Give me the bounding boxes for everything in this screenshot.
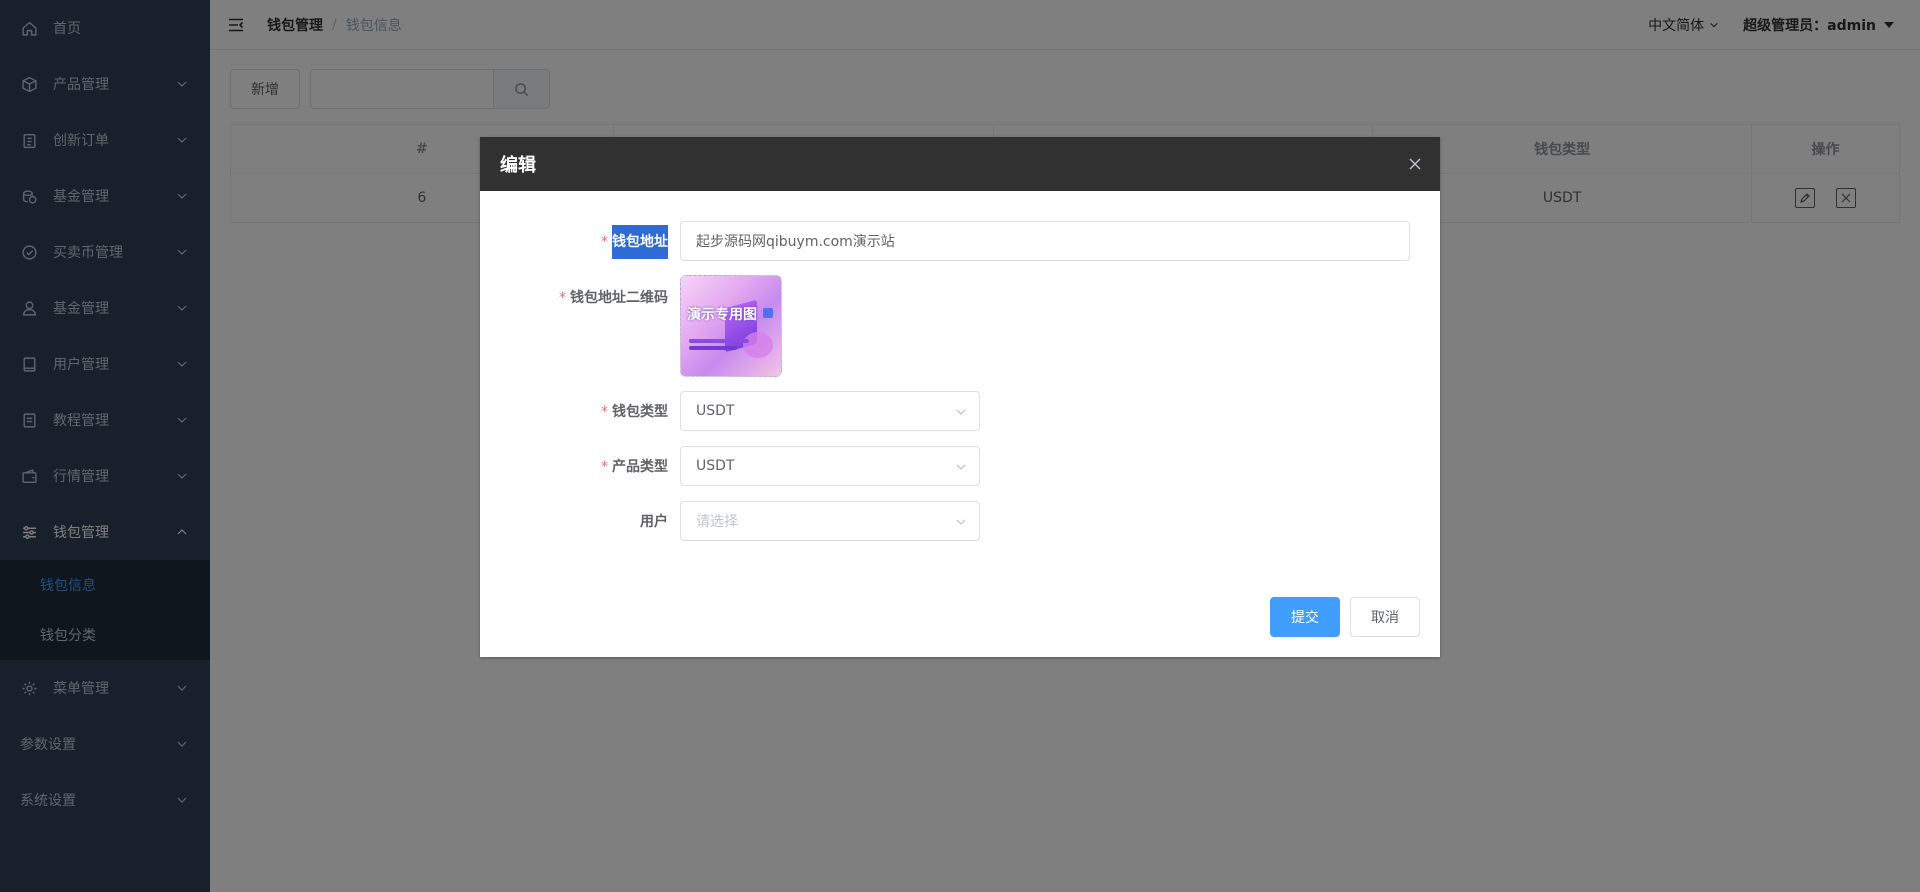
- user-label: 用户: [640, 514, 668, 530]
- user-select[interactable]: 请选择: [680, 501, 980, 541]
- form-row-address: * 钱包地址: [480, 221, 1410, 261]
- required-marker: *: [601, 459, 608, 475]
- dialog-header: 编辑: [480, 137, 1440, 191]
- user-select-placeholder: 请选择: [696, 514, 738, 530]
- address-label: 钱包地址: [612, 225, 668, 259]
- dialog-footer: 提交 取消: [1270, 597, 1420, 637]
- form-row-wallet-type: * 钱包类型 USDT: [480, 391, 980, 431]
- required-marker: *: [601, 404, 608, 420]
- form-label: * 钱包类型: [480, 401, 680, 421]
- wallet-type-select[interactable]: USDT: [680, 391, 980, 431]
- wallet-type-label: 钱包类型: [612, 404, 668, 420]
- cancel-button[interactable]: 取消: [1350, 597, 1420, 637]
- qrcode-image-text: 演示专用图: [687, 307, 757, 323]
- qrcode-upload[interactable]: 演示专用图: [680, 275, 782, 377]
- qrcode-image-decoration: [743, 332, 773, 358]
- chevron-down-icon: [956, 409, 966, 415]
- qrcode-image-decoration: [689, 346, 737, 350]
- submit-button[interactable]: 提交: [1270, 597, 1340, 637]
- form-label: * 钱包地址: [480, 225, 680, 259]
- form-label: * 产品类型: [480, 456, 680, 476]
- dialog-title: 编辑: [500, 155, 536, 176]
- required-marker: *: [601, 234, 608, 250]
- qrcode-label: 钱包地址二维码: [570, 290, 668, 306]
- qrcode-image-decoration: [763, 308, 773, 318]
- form-label: * 钱包地址二维码: [480, 275, 680, 307]
- form-row-qrcode: * 钱包地址二维码 演示专用图: [480, 275, 782, 377]
- chevron-down-icon: [956, 464, 966, 470]
- product-type-value: USDT: [696, 458, 735, 474]
- qrcode-image-decoration: [689, 339, 749, 343]
- chevron-down-icon: [956, 519, 966, 525]
- form-row-user: 用户 请选择: [480, 501, 980, 541]
- edit-dialog: 编辑 *钱包地址 *钱包地址二维码 演示专用图 *钱包类型 USDT: [480, 137, 1440, 657]
- close-icon[interactable]: [1408, 157, 1422, 171]
- required-marker: *: [559, 290, 566, 306]
- wallet-address-input[interactable]: [680, 221, 1410, 261]
- form-label: 用户: [480, 511, 680, 531]
- product-type-select[interactable]: USDT: [680, 446, 980, 486]
- form-row-product-type: * 产品类型 USDT: [480, 446, 980, 486]
- wallet-type-value: USDT: [696, 403, 735, 419]
- product-type-label: 产品类型: [612, 459, 668, 475]
